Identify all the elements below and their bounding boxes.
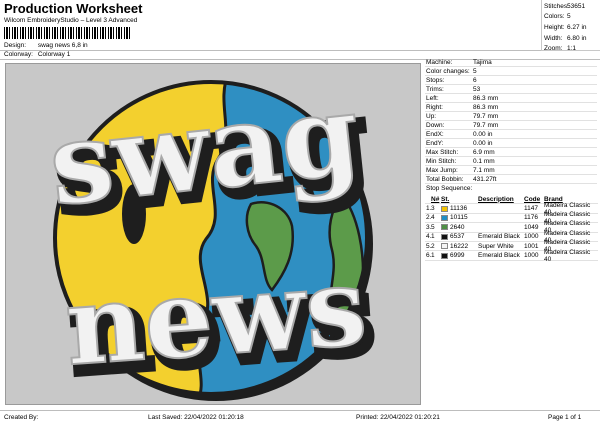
stat-stitches: Stitches: 53651 xyxy=(544,2,586,10)
info-row: Machine: Tajima xyxy=(425,58,597,67)
info-row: Max Stitch: 6.9 mm xyxy=(425,148,597,157)
info-row: Trims: 53 xyxy=(425,85,597,94)
thread-code: 1176 xyxy=(524,214,538,222)
info-row: EndY: 0.00 in xyxy=(425,139,597,148)
page-title: Production Worksheet xyxy=(4,1,143,16)
needle-number: 2 xyxy=(431,242,435,250)
embroidery-design-image: swag swag news news xyxy=(42,68,382,403)
thread-description: Emerald Black xyxy=(478,233,520,241)
thread-description: Super White xyxy=(478,242,514,250)
software-subtitle: Wilcom EmbroideryStudio – Level 3 Advanc… xyxy=(4,17,138,24)
thread-code: 1001 xyxy=(524,242,539,250)
thread-code: 1000 xyxy=(524,233,539,241)
color-swatch-icon xyxy=(441,214,448,221)
thread-code: 1049 xyxy=(524,223,539,231)
design-preview: swag swag news news xyxy=(5,63,421,405)
stop-sequence-table: N# St. Description Code Brand 1. 3 11136 11… xyxy=(425,195,598,263)
page-number: Page 1 of 1 xyxy=(548,414,582,421)
created-by: Created By: xyxy=(4,414,39,421)
info-row: Up: 79.7 mm xyxy=(425,112,597,121)
needle-number: 4 xyxy=(431,214,435,222)
color-swatch-icon xyxy=(441,224,448,231)
thread-code: 1000 xyxy=(524,252,539,260)
thread-description: Emerald Black xyxy=(478,252,520,260)
needle-number: 1 xyxy=(431,252,435,260)
info-row: Stops: 6 xyxy=(425,76,597,85)
thread-code: 1147 xyxy=(524,205,538,213)
info-row: Right: 86.3 mm xyxy=(425,103,597,112)
needle-number: 3 xyxy=(431,205,435,213)
stitch-count: 16222 xyxy=(441,243,478,250)
stitch-count: 10115 xyxy=(441,214,478,221)
needle-number: 1 xyxy=(431,233,435,241)
stitch-count: 6537 xyxy=(441,233,478,240)
design-label: Design: xyxy=(4,42,27,49)
page-footer: Created By: Last Saved: 22/04/2022 01:20… xyxy=(0,410,600,424)
stat-zoom: Zoom: 1:1 xyxy=(544,45,577,53)
stitch-count: 6999 xyxy=(441,252,478,259)
info-row: Color changes: 5 xyxy=(425,67,597,76)
news-text: news xyxy=(61,244,370,391)
info-row: Max Jump: 7.1 mm xyxy=(425,166,597,175)
barcode xyxy=(4,27,132,39)
design-value: swag news 6,8 in xyxy=(37,42,88,49)
stat-height: Height: 6.27 in xyxy=(544,23,587,31)
info-row: Min Stitch: 0.1 mm xyxy=(425,157,597,166)
last-saved: Last Saved: 22/04/2022 01:20:18 xyxy=(148,414,244,421)
colorway-label: Colorway: xyxy=(4,51,33,58)
info-row: Total Bobbin: 431.27ft xyxy=(425,175,597,184)
printed-date: Printed: 22/04/2022 01:20:21 xyxy=(356,414,440,421)
info-row: Left: 86.3 mm xyxy=(425,94,597,103)
info-row: Down: 79.7 mm xyxy=(425,121,597,130)
stats-panel: Stitches: 53651 Colors: 5 Height: 6.27 in W… xyxy=(544,1,600,54)
machine-info-panel: Machine: Tajima Color changes: 5 Stops: 6 T… xyxy=(425,58,597,184)
stitch-count: 11136 xyxy=(441,205,478,212)
colorway-value: Colorway 1 xyxy=(37,51,71,58)
stitch-count: 2640 xyxy=(441,224,478,231)
color-swatch-icon xyxy=(441,205,448,212)
table-row: 6. 1 6999 Emerald Black 1000 Madeira Classic … xyxy=(425,248,598,263)
stat-colors: Colors: 5 xyxy=(544,13,571,21)
color-swatch-icon xyxy=(441,233,448,240)
needle-number: 5 xyxy=(431,223,435,231)
divider xyxy=(0,50,541,51)
design-row: Design: swag news 6,8 in xyxy=(4,42,88,49)
info-row: EndX: 0.00 in xyxy=(425,130,597,139)
colorway-row: Colorway: Colorway 1 xyxy=(4,51,70,58)
color-swatch-icon xyxy=(441,243,448,250)
worksheet-page: Production Worksheet Wilcom EmbroiderySt… xyxy=(0,0,600,424)
color-swatch-icon xyxy=(441,252,448,259)
stop-sequence-title: Stop Sequence: xyxy=(426,185,473,192)
stat-width: Width: 6.80 in xyxy=(544,34,587,42)
thread-brand: Madeira Classic 40 xyxy=(544,248,591,263)
